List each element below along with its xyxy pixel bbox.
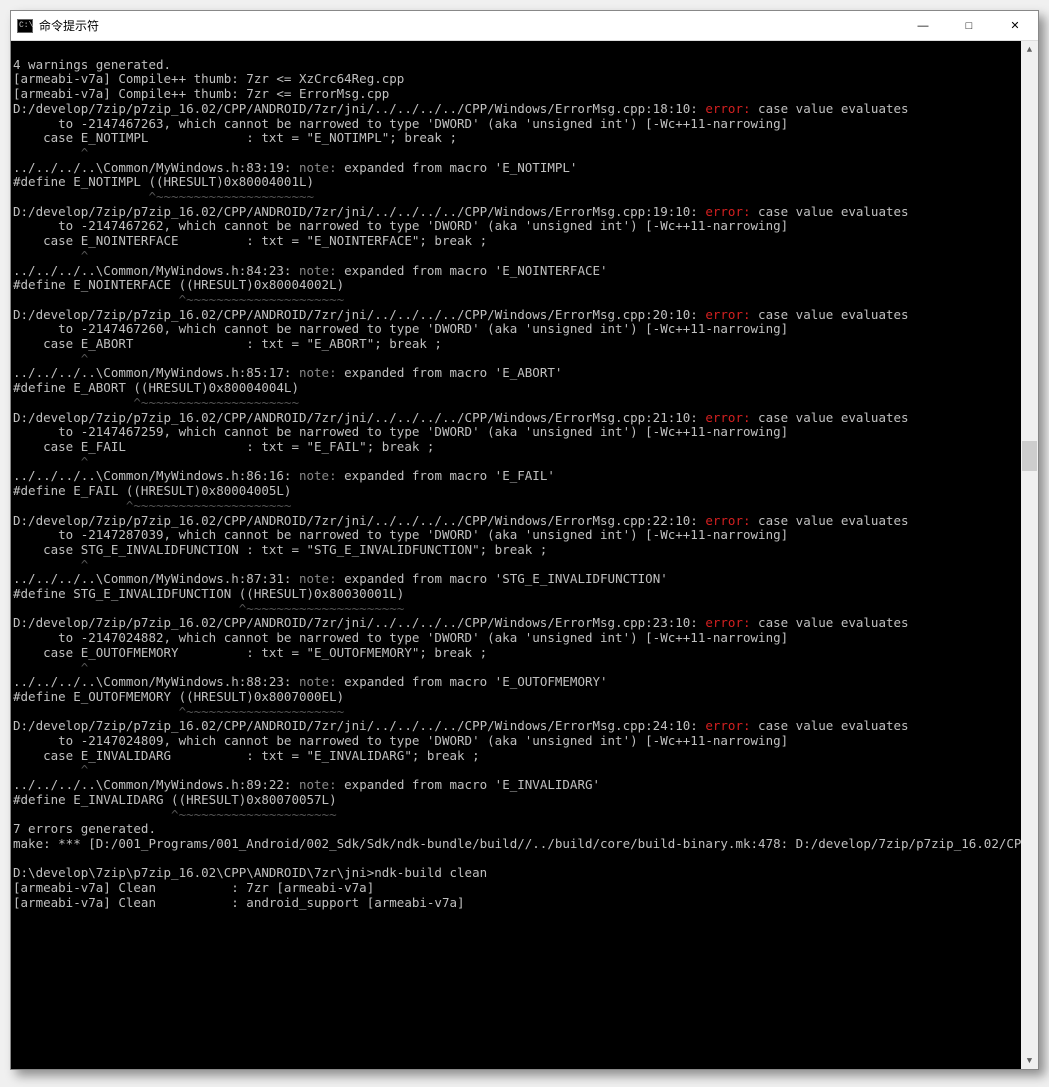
file-path: ../../../..\Common/MyWindows.h:84:23: xyxy=(13,263,299,278)
titlebar-left: C:\ 命令提示符 xyxy=(17,17,99,34)
error-label: error: xyxy=(705,101,750,116)
caret-line: ^~~~~~~~~~~~~~~~~~~~~~ xyxy=(13,704,344,719)
note-label: note: xyxy=(299,777,337,792)
file-path: ../../../..\Common/MyWindows.h:88:23: xyxy=(13,674,299,689)
file-path: ../../../..\Common/MyWindows.h:86:16: xyxy=(13,468,299,483)
titlebar-buttons: — □ ✕ xyxy=(900,11,1038,41)
caret-line: ^ xyxy=(13,762,88,777)
file-path: ../../../..\Common/MyWindows.h:85:17: xyxy=(13,365,299,380)
note-label: note: xyxy=(299,571,337,586)
caret-line: ^ xyxy=(13,557,88,572)
scrollbar[interactable]: ▲ ▼ xyxy=(1021,41,1038,1069)
cmd-icon: C:\ xyxy=(17,19,33,33)
scroll-thumb[interactable] xyxy=(1022,441,1037,471)
caret-line: ^ xyxy=(13,248,88,263)
error-label: error: xyxy=(705,307,750,322)
close-button[interactable]: ✕ xyxy=(992,11,1038,41)
file-path: D:/develop/7zip/p7zip_16.02/CPP/ANDROID/… xyxy=(13,307,705,322)
note-label: note: xyxy=(299,468,337,483)
file-path: D:/develop/7zip/p7zip_16.02/CPP/ANDROID/… xyxy=(13,513,705,528)
caret-line: ^ xyxy=(13,660,88,675)
file-path: ../../../..\Common/MyWindows.h:87:31: xyxy=(13,571,299,586)
caret-line: ^ xyxy=(13,454,88,469)
file-path: D:/develop/7zip/p7zip_16.02/CPP/ANDROID/… xyxy=(13,204,705,219)
caret-line: ^~~~~~~~~~~~~~~~~~~~~~ xyxy=(13,601,404,616)
caret-line: ^~~~~~~~~~~~~~~~~~~~~~ xyxy=(13,292,344,307)
note-label: note: xyxy=(299,160,337,175)
error-label: error: xyxy=(705,513,750,528)
caret-line: ^ xyxy=(13,145,88,160)
caret-line: ^~~~~~~~~~~~~~~~~~~~~~ xyxy=(13,395,299,410)
command-prompt-window: C:\ 命令提示符 — □ ✕ 4 warnings generated. [a… xyxy=(10,10,1039,1070)
caret-line: ^~~~~~~~~~~~~~~~~~~~~~ xyxy=(13,189,314,204)
note-label: note: xyxy=(299,674,337,689)
error-label: error: xyxy=(705,204,750,219)
scroll-down-icon[interactable]: ▼ xyxy=(1021,1052,1038,1069)
maximize-button[interactable]: □ xyxy=(946,11,992,41)
error-label: error: xyxy=(705,615,750,630)
note-label: note: xyxy=(299,263,337,278)
note-label: note: xyxy=(299,365,337,380)
file-path: ../../../..\Common/MyWindows.h:89:22: xyxy=(13,777,299,792)
file-path: ../../../..\Common/MyWindows.h:83:19: xyxy=(13,160,299,175)
titlebar[interactable]: C:\ 命令提示符 — □ ✕ xyxy=(11,11,1038,41)
minimize-button[interactable]: — xyxy=(900,11,946,41)
caret-line: ^~~~~~~~~~~~~~~~~~~~~~ xyxy=(13,807,337,822)
scroll-up-icon[interactable]: ▲ xyxy=(1021,41,1038,58)
file-path: D:/develop/7zip/p7zip_16.02/CPP/ANDROID/… xyxy=(13,101,705,116)
error-label: error: xyxy=(705,410,750,425)
window-title: 命令提示符 xyxy=(39,17,99,34)
file-path: D:/develop/7zip/p7zip_16.02/CPP/ANDROID/… xyxy=(13,718,705,733)
file-path: D:/develop/7zip/p7zip_16.02/CPP/ANDROID/… xyxy=(13,615,705,630)
caret-line: ^~~~~~~~~~~~~~~~~~~~~~ xyxy=(13,498,291,513)
console-output[interactable]: 4 warnings generated. [armeabi-v7a] Comp… xyxy=(11,41,1021,1069)
error-label: error: xyxy=(705,718,750,733)
file-path: D:/develop/7zip/p7zip_16.02/CPP/ANDROID/… xyxy=(13,410,705,425)
console-area: 4 warnings generated. [armeabi-v7a] Comp… xyxy=(11,41,1038,1069)
caret-line: ^ xyxy=(13,351,88,366)
